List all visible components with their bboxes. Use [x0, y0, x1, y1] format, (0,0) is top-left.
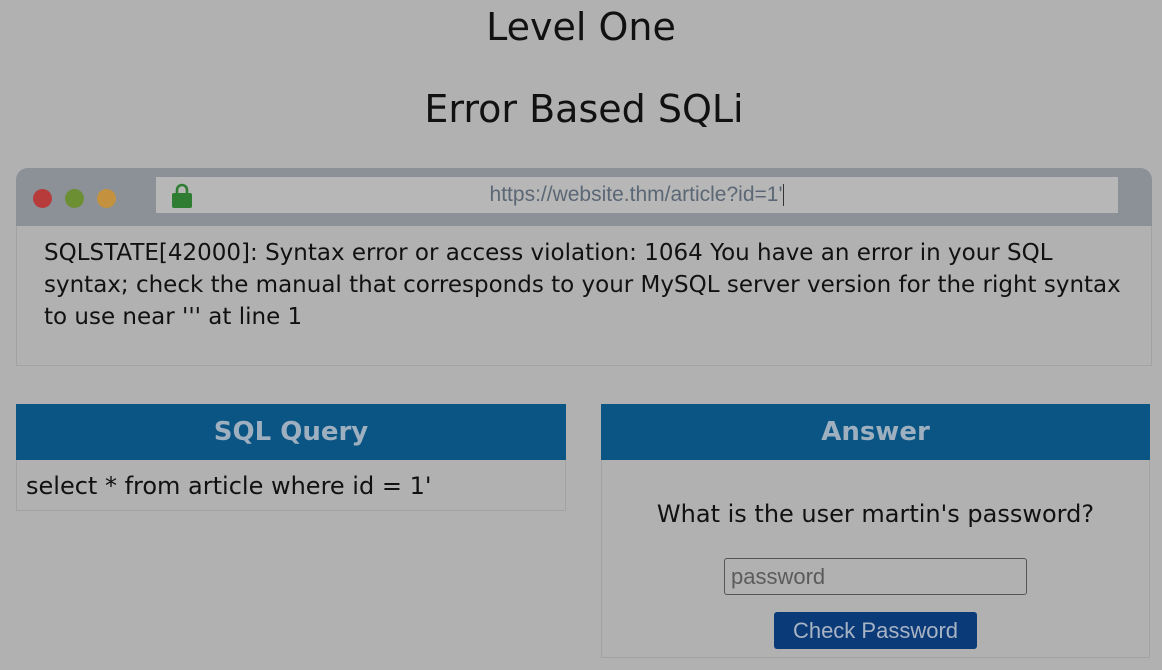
url-value: https://website.thm/article?id=1': [489, 183, 783, 206]
sql-query-panel: SQL Query select * from article where id…: [16, 404, 566, 511]
page-title: Level One: [486, 5, 676, 49]
sql-query-header: SQL Query: [16, 404, 566, 460]
answer-header: Answer: [601, 404, 1150, 460]
password-input[interactable]: [724, 558, 1027, 595]
window-minimize-dot: [97, 189, 116, 208]
check-password-button[interactable]: Check Password: [774, 612, 977, 649]
text-caret: [783, 184, 785, 207]
error-message: SQLSTATE[42000]: Syntax error or access …: [44, 240, 1121, 330]
question-text: What is the user martin's password?: [656, 500, 1095, 528]
sql-query-text: select * from article where id = 1': [26, 472, 432, 500]
url-text[interactable]: https://website.thm/article?id=1': [156, 177, 1118, 213]
window-close-dot: [33, 189, 52, 208]
browser-toolbar: https://website.thm/article?id=1': [16, 168, 1152, 226]
window-maximize-dot: [65, 189, 84, 208]
address-bar[interactable]: https://website.thm/article?id=1': [156, 177, 1118, 213]
page-subtitle: Error Based SQLi: [424, 87, 744, 131]
browser-mockup: https://website.thm/article?id=1' SQLSTA…: [16, 168, 1152, 366]
answer-panel: Answer What is the user martin's passwor…: [601, 404, 1150, 658]
